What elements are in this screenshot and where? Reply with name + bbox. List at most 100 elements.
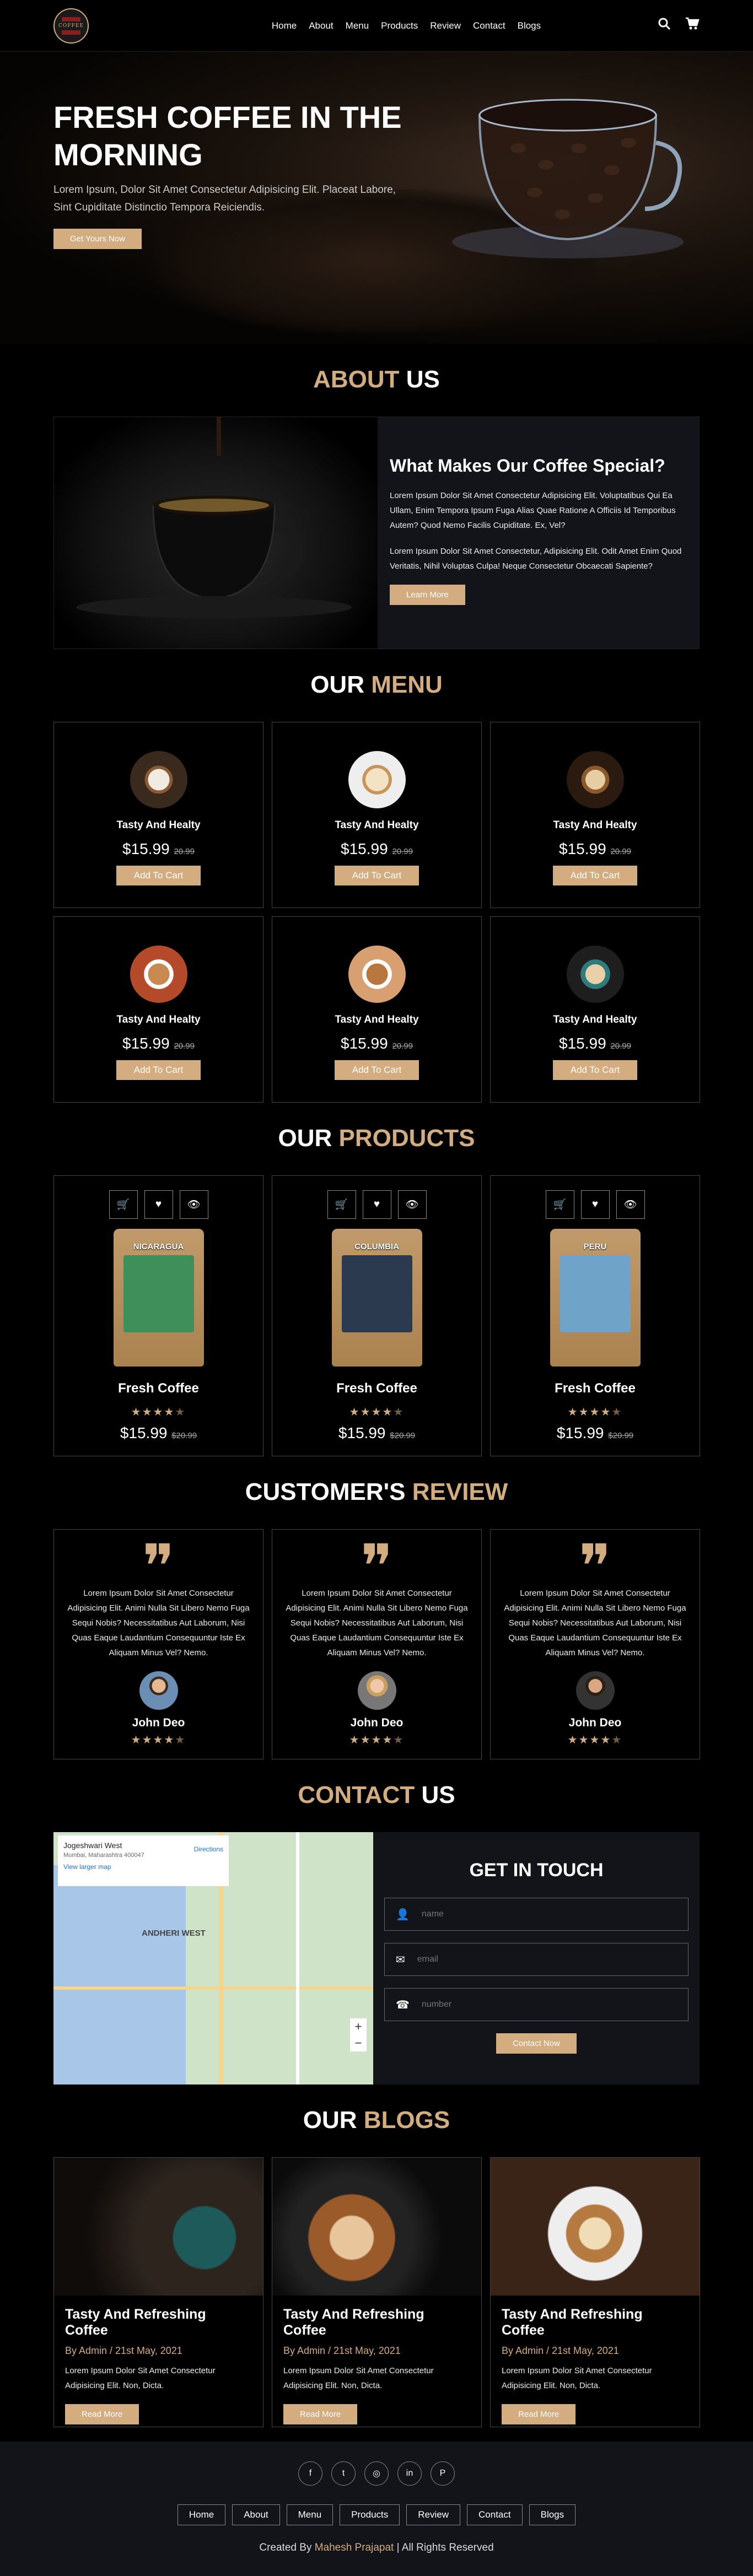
email-field[interactable]: ✉ — [384, 1943, 689, 1976]
product-price: $15.99 $20.99 — [120, 1424, 197, 1441]
menu-card: Tasty And Healty $15.99 20.99 Add To Cart — [490, 722, 700, 908]
menu-coffee-image — [566, 751, 624, 808]
add-to-cart-button[interactable]: Add To Cart — [116, 1060, 201, 1080]
nav-blogs[interactable]: Blogs — [518, 20, 541, 31]
user-icon: 👤 — [396, 1908, 410, 1921]
footer-review[interactable]: Review — [406, 2504, 461, 2525]
learn-more-button[interactable]: Learn More — [390, 585, 465, 605]
contact-section: CONTACT US ANDHERI WEST Jogeshwari West … — [53, 1759, 700, 2084]
menu-coffee-image — [130, 751, 187, 808]
facebook-icon[interactable]: f — [298, 2461, 322, 2486]
search-icon[interactable] — [658, 17, 671, 34]
rating-stars: ★★★★★ — [131, 1734, 186, 1746]
footer-menu[interactable]: Menu — [286, 2504, 334, 2525]
add-to-cart-button[interactable]: Add To Cart — [334, 866, 419, 885]
menu-item-name: Tasty And Healty — [335, 819, 419, 831]
review-card: ❞ Lorem Ipsum Dolor Sit Amet Consectetur … — [272, 1529, 482, 1759]
review-section: CUSTOMER'S REVIEW ❞ Lorem Ipsum Dolor Sit… — [53, 1456, 700, 1759]
heart-icon[interactable]: ♥ — [580, 1190, 610, 1219]
blogs-grid: Tasty And Refreshing Coffee By Admin / 21… — [53, 2157, 700, 2427]
contact-form: GET IN TOUCH 👤 ✉ ☎ Contact Now — [373, 1832, 700, 2084]
menu-coffee-image — [348, 751, 406, 808]
pinterest-icon[interactable]: P — [431, 2461, 455, 2486]
nav-products[interactable]: Products — [381, 20, 418, 31]
nav-home[interactable]: Home — [272, 20, 297, 31]
number-input[interactable] — [421, 2000, 677, 2010]
footer-blogs[interactable]: Blogs — [529, 2504, 576, 2525]
eye-icon[interactable]: 👁 — [616, 1190, 645, 1219]
menu-item-price: $15.99 20.99 — [341, 1035, 413, 1052]
footer-products[interactable]: Products — [340, 2504, 400, 2525]
menu-card: Tasty And Healty $15.99 20.99 Add To Cart — [53, 722, 263, 908]
instagram-icon[interactable]: ◎ — [364, 2461, 389, 2486]
linkedin-icon[interactable]: in — [397, 2461, 422, 2486]
hero-content: FRESH COFFEE IN THE MORNING Lorem Ipsum,… — [53, 99, 406, 249]
menu-item-name: Tasty And Healty — [116, 1014, 201, 1025]
social-links: f t ◎ in P — [0, 2461, 753, 2486]
menu-section: OUR MENU Tasty And Healty $15.99 20.99 Add… — [53, 649, 700, 1103]
blog-author: By Admin / 21st May, 2021 — [65, 2345, 182, 2356]
nav-menu[interactable]: Menu — [346, 20, 369, 31]
email-input[interactable] — [417, 1954, 677, 1964]
read-more-button[interactable]: Read More — [65, 2404, 139, 2424]
envelope-icon: ✉ — [396, 1953, 405, 1966]
twitter-icon[interactable]: t — [331, 2461, 356, 2486]
blogs-section: OUR BLOGS Tasty And Refreshing Coffee By … — [53, 2084, 700, 2427]
cart-icon[interactable] — [685, 17, 700, 34]
eye-icon[interactable]: 👁 — [397, 1190, 427, 1219]
get-yours-now-button[interactable]: Get Yours Now — [53, 229, 142, 249]
rating-stars: ★★★★★ — [567, 1734, 623, 1746]
brand-logo[interactable]: COFFEE — [53, 8, 89, 44]
google-map[interactable]: ANDHERI WEST Jogeshwari West Mumbai, Mah… — [53, 1832, 373, 2084]
coffee-bag-image: NICARAGUA — [113, 1229, 204, 1367]
footer-credit: Created By Mahesh Prajapat | All Rights … — [259, 2542, 494, 2553]
nav-review[interactable]: Review — [430, 20, 461, 31]
contact-now-button[interactable]: Contact Now — [496, 2033, 577, 2054]
menu-item-price: $15.99 20.99 — [559, 1035, 631, 1052]
add-to-cart-button[interactable]: Add To Cart — [334, 1060, 419, 1080]
add-to-cart-button[interactable]: Add To Cart — [552, 866, 638, 885]
site-header: COFFEE Home About Menu Products Review C… — [0, 0, 753, 52]
add-to-cart-button[interactable]: Add To Cart — [116, 866, 201, 885]
eye-icon[interactable]: 👁 — [179, 1190, 208, 1219]
name-field[interactable]: 👤 — [384, 1898, 689, 1931]
number-field[interactable]: ☎ — [384, 1988, 689, 2021]
nav-about[interactable]: About — [309, 20, 333, 31]
about-paragraph-1: Lorem Ipsum Dolor Sit Amet Consectetur A… — [390, 491, 676, 530]
read-more-button[interactable]: Read More — [502, 2404, 576, 2424]
cart-icon[interactable]: 🛒 — [109, 1190, 138, 1219]
directions-link[interactable]: Directions — [194, 1845, 223, 1853]
blog-author: By Admin / 21st May, 2021 — [502, 2345, 619, 2356]
footer-contact[interactable]: Contact — [467, 2504, 523, 2525]
site-footer: f t ◎ in P Home About Menu Products Revi… — [0, 2442, 753, 2576]
blog-title: Tasty And Refreshing Coffee — [283, 2307, 424, 2338]
about-card: What Makes Our Coffee Special? Lorem Ips… — [53, 417, 700, 649]
review-card: ❞ Lorem Ipsum Dolor Sit Amet Consectetur … — [490, 1529, 700, 1759]
cart-icon[interactable]: 🛒 — [545, 1190, 574, 1219]
menu-coffee-image — [130, 946, 187, 1003]
reviewer-name: John Deo — [350, 1716, 404, 1729]
heart-icon[interactable]: ♥ — [362, 1190, 391, 1219]
add-to-cart-button[interactable]: Add To Cart — [552, 1060, 638, 1080]
map-zoom-control[interactable]: + − — [350, 2018, 367, 2051]
footer-home[interactable]: Home — [177, 2504, 226, 2525]
menu-card: Tasty And Healty $15.99 20.99 Add To Cart — [272, 916, 482, 1103]
heart-icon[interactable]: ♥ — [144, 1190, 173, 1219]
phone-icon: ☎ — [396, 1999, 410, 2011]
read-more-button[interactable]: Read More — [283, 2404, 358, 2424]
about-title: ABOUT US — [313, 366, 440, 393]
author-link[interactable]: Mahesh Prajapat — [315, 2542, 394, 2553]
cart-icon[interactable]: 🛒 — [327, 1190, 356, 1219]
coffee-cup-image — [452, 99, 684, 258]
about-section: ABOUT US What Makes Our Coffee Special? … — [53, 344, 700, 649]
rating-stars: ★★★★★ — [349, 1406, 405, 1418]
footer-about[interactable]: About — [232, 2504, 280, 2525]
product-card: 🛒 ♥ 👁 NICARAGUA Fresh Coffee ★★★★★ $15.99 … — [53, 1175, 263, 1456]
nav-contact[interactable]: Contact — [473, 20, 505, 31]
reviewer-name: John Deo — [568, 1716, 622, 1729]
name-input[interactable] — [421, 1909, 677, 1919]
review-grid: ❞ Lorem Ipsum Dolor Sit Amet Consectetur … — [53, 1529, 700, 1759]
view-larger-map-link[interactable]: View larger map — [63, 1863, 223, 1871]
product-name: Fresh Coffee — [118, 1381, 199, 1396]
avatar — [575, 1671, 615, 1710]
